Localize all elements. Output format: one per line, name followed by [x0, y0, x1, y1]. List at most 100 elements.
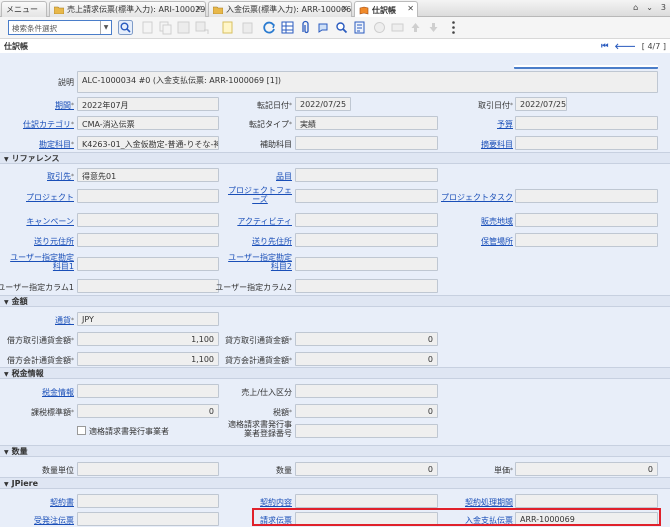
- ship-from-field[interactable]: [77, 233, 219, 247]
- tax-info-label[interactable]: 税金情報: [42, 388, 74, 397]
- user-elem2-field[interactable]: [295, 257, 438, 271]
- close-icon[interactable]: ✕: [341, 4, 348, 13]
- archive-icon[interactable]: [372, 20, 387, 35]
- description-field[interactable]: ALC-1000034 #0 (入金支払伝票: ARR-1000069 [1]): [77, 71, 658, 93]
- project-label[interactable]: プロジェクト: [26, 193, 74, 202]
- sales-region-label[interactable]: 販売地域: [481, 217, 513, 226]
- price-field[interactable]: 0: [515, 462, 658, 476]
- cr-acct-field[interactable]: 0: [295, 352, 438, 366]
- tab-sales-invoice[interactable]: 売上請求伝票(標準入力): ARI-1000291 ✕: [49, 1, 206, 17]
- delete-icon[interactable]: [240, 20, 255, 35]
- budget-label[interactable]: 予算: [497, 120, 513, 129]
- ship-to-label[interactable]: 送り先住所: [252, 237, 292, 246]
- contract-period-label[interactable]: 契約処理期間: [465, 498, 513, 507]
- posting-date-field[interactable]: 2022/07/25: [295, 97, 351, 111]
- uom-field[interactable]: [77, 462, 219, 476]
- user-elem1-label[interactable]: ユーザー指定勘定科目1: [4, 253, 74, 271]
- save-new-icon[interactable]: [194, 20, 209, 35]
- arrow-up-icon[interactable]: [408, 20, 423, 35]
- document-icon[interactable]: [220, 20, 235, 35]
- activity-label[interactable]: アクティビティ: [237, 217, 292, 226]
- section-amount[interactable]: ▼ 金額: [0, 295, 670, 307]
- new-record-icon[interactable]: [140, 20, 155, 35]
- user-col1-field[interactable]: [77, 279, 219, 293]
- currency-field[interactable]: JPY: [77, 312, 219, 326]
- dr-source-field[interactable]: 1,100: [77, 332, 219, 346]
- ship-to-field[interactable]: [295, 233, 438, 247]
- refresh-icon[interactable]: [262, 20, 277, 35]
- account-field[interactable]: K4263-01_入金仮勘定-普通-りそな-神田-1: [77, 136, 219, 150]
- close-icon[interactable]: ✕: [407, 4, 414, 13]
- process-icon[interactable]: [390, 20, 405, 35]
- zoom-across-icon[interactable]: [334, 20, 349, 35]
- warehouse-label[interactable]: 保管場所: [481, 237, 513, 246]
- campaign-field[interactable]: [77, 213, 219, 227]
- bp-label[interactable]: 取引先*: [47, 172, 74, 181]
- txn-date-field[interactable]: 2022/07/25: [515, 97, 567, 111]
- category-label[interactable]: 仕訳カテゴリ*: [23, 120, 74, 129]
- qualified-issuer-checkbox[interactable]: [77, 426, 86, 435]
- sub-account-field[interactable]: [295, 136, 438, 150]
- grid-toggle-icon[interactable]: [280, 20, 295, 35]
- tab-menu[interactable]: メニュー: [1, 1, 47, 17]
- activity-field[interactable]: [295, 213, 438, 227]
- qty-field[interactable]: 0: [295, 462, 438, 476]
- chevron-down-icon[interactable]: ⌄: [646, 3, 653, 12]
- dr-acct-field[interactable]: 1,100: [77, 352, 219, 366]
- project-phase-label[interactable]: プロジェクトフェーズ: [228, 186, 292, 204]
- product-field[interactable]: [295, 168, 438, 182]
- ship-from-label[interactable]: 送り元住所: [34, 237, 74, 246]
- tax-amount-field[interactable]: 0: [295, 404, 438, 418]
- product-label[interactable]: 品目: [276, 172, 292, 181]
- tab-receipt[interactable]: 入金伝票(標準入力): ARR-1000069 ✕: [208, 1, 352, 17]
- chat-icon[interactable]: [316, 20, 331, 35]
- first-record-icon[interactable]: ⏮: [601, 41, 608, 51]
- project-task-label[interactable]: プロジェクトタスク: [441, 193, 513, 202]
- chevron-down-icon[interactable]: ▼: [100, 21, 111, 34]
- user-elem2-label[interactable]: ユーザー指定勘定科目2: [222, 253, 292, 271]
- attachment-icon[interactable]: [298, 20, 313, 35]
- close-icon[interactable]: ✕: [195, 4, 202, 13]
- section-reference[interactable]: ▼ リファレンス: [0, 152, 670, 164]
- summary-account-field[interactable]: [515, 136, 658, 150]
- user-elem1-field[interactable]: [77, 257, 219, 271]
- contract-label[interactable]: 契約書: [50, 498, 74, 507]
- section-jpiere[interactable]: ▼ JPiere: [0, 477, 670, 489]
- sales-region-field[interactable]: [515, 213, 658, 227]
- report-icon[interactable]: [352, 20, 367, 35]
- bp-field[interactable]: 得意先01: [77, 168, 219, 182]
- currency-label[interactable]: 通貨*: [55, 316, 74, 325]
- cr-source-field[interactable]: 0: [295, 332, 438, 346]
- order-label[interactable]: 受発注伝票: [34, 516, 74, 525]
- warehouse-field[interactable]: [515, 233, 658, 247]
- posting-type-field[interactable]: 実績: [295, 116, 438, 130]
- period-field[interactable]: 2022年07月: [77, 97, 219, 111]
- previous-record-icon[interactable]: 🡐: [614, 41, 635, 51]
- save-icon[interactable]: [176, 20, 191, 35]
- section-quantity[interactable]: ▼ 数量: [0, 445, 670, 457]
- search-icon[interactable]: [118, 20, 133, 35]
- category-field[interactable]: CMA-消込伝票: [77, 116, 219, 130]
- qualified-reg-field[interactable]: [295, 424, 438, 438]
- contract-period-field[interactable]: [515, 494, 658, 508]
- copy-icon[interactable]: [158, 20, 173, 35]
- home-icon[interactable]: ⌂: [633, 3, 638, 12]
- section-tax[interactable]: ▼ 税金情報: [0, 367, 670, 379]
- contract-field[interactable]: [77, 494, 219, 508]
- order-field[interactable]: [77, 512, 219, 526]
- tab-journal[interactable]: 仕訳帳 ✕: [354, 1, 418, 18]
- sales-purchase-field[interactable]: [295, 384, 438, 398]
- tax-info-field[interactable]: [77, 384, 219, 398]
- contract-content-label[interactable]: 契約内容: [260, 498, 292, 507]
- arrow-down-icon[interactable]: [426, 20, 441, 35]
- contract-content-field[interactable]: [295, 494, 438, 508]
- user-col2-field[interactable]: [295, 279, 438, 293]
- summary-account-label[interactable]: 摘要科目: [481, 140, 513, 149]
- account-label[interactable]: 勘定科目*: [39, 140, 74, 149]
- window-count[interactable]: 3: [661, 3, 666, 12]
- project-phase-field[interactable]: [295, 189, 438, 203]
- budget-field[interactable]: [515, 116, 658, 130]
- period-label[interactable]: 期間*: [55, 101, 74, 110]
- campaign-label[interactable]: キャンペーン: [26, 217, 74, 226]
- more-icon[interactable]: [446, 20, 461, 35]
